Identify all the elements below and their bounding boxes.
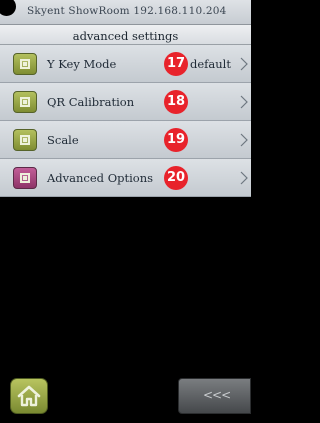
back-button[interactable]: <<< [178, 378, 251, 414]
status-bar: Skyent ShowRoom 192.168.110.204 [0, 0, 251, 25]
step-badge: 17 [164, 52, 188, 76]
chevron-right-icon [240, 171, 248, 185]
menu-item-qr-calibration[interactable]: QR Calibration 18 [0, 83, 251, 121]
step-badge: 19 [164, 128, 188, 152]
menu-item-label: Y Key Mode [47, 57, 117, 71]
square-target-icon [13, 167, 37, 189]
menu-item-label: Scale [47, 133, 79, 147]
step-badge: 20 [164, 166, 188, 190]
square-target-icon [13, 53, 37, 75]
chevron-right-icon [240, 57, 248, 71]
title-bar: advanced settings [0, 25, 251, 45]
home-icon [17, 385, 41, 407]
settings-menu: Y Key Mode 17 default QR Calibration 18 … [0, 45, 251, 197]
square-target-icon [13, 91, 37, 113]
menu-item-y-key-mode[interactable]: Y Key Mode 17 default [0, 45, 251, 83]
menu-item-value: default [190, 57, 231, 71]
screen: Skyent ShowRoom 192.168.110.204 advanced… [0, 0, 251, 423]
menu-item-label: Advanced Options [47, 171, 154, 185]
menu-item-scale[interactable]: Scale 19 [0, 121, 251, 159]
status-text: Skyent ShowRoom 192.168.110.204 [27, 5, 227, 17]
page-title: advanced settings [72, 29, 179, 43]
square-target-icon [13, 129, 37, 151]
menu-item-advanced-options[interactable]: Advanced Options 20 [0, 159, 251, 197]
home-button[interactable] [10, 378, 48, 414]
back-arrows-label: <<< [203, 388, 231, 402]
chevron-right-icon [240, 95, 248, 109]
status-dot-icon [0, 0, 16, 16]
step-badge: 18 [164, 90, 188, 114]
chevron-right-icon [240, 133, 248, 147]
menu-item-label: QR Calibration [47, 95, 135, 109]
